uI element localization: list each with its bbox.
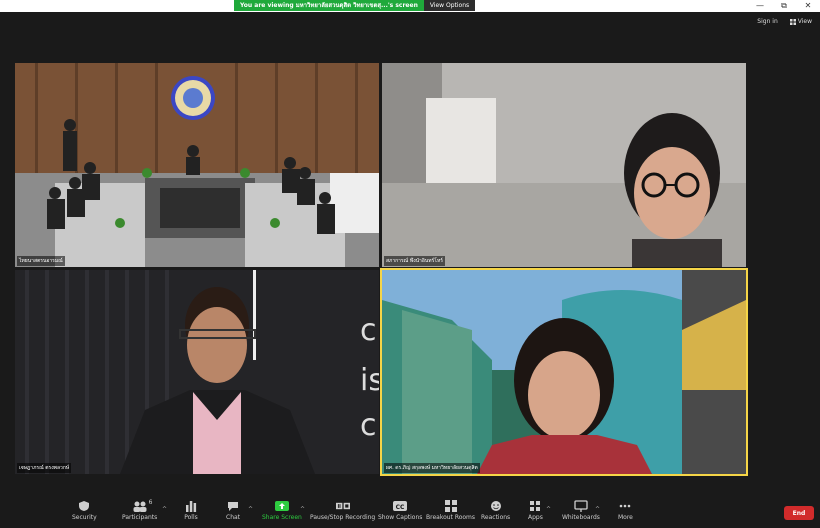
polls-icon [186,501,197,512]
window-title-bar: You are viewing มหาวิทยาลัยสวนดุสิต วิทย… [0,0,820,12]
shield-icon [79,501,90,511]
minimize-button[interactable]: — [748,0,772,12]
reactions-button[interactable]: Reactions [481,500,510,521]
chat-label: Chat [226,514,241,521]
chat-bubble-icon [228,502,239,511]
security-label: Security [72,514,97,521]
reactions-label: Reactions [481,514,511,521]
participant-name: ไทยนาสตรนอารมณ์ [17,256,65,266]
close-button[interactable]: ✕ [796,0,820,12]
participant-3-video: c is c [15,270,379,474]
chat-button[interactable]: Chat [226,500,240,521]
meeting-area: Sign in View ไทยนาสตรนอารมณ์ สภาการณ์ พึ… [0,12,820,498]
share-screen-label: Share Screen [262,514,302,521]
conference-room-video [15,63,379,267]
breakout-grid-icon [444,500,457,512]
whiteboards-label: Whiteboards [562,514,600,521]
breakout-rooms-label: Breakout Rooms [426,514,476,521]
svg-text:CC: CC [396,504,405,511]
share-banner-message: You are viewing มหาวิทยาลัยสวนดุสิต วิทย… [234,0,424,11]
participants-caret-icon[interactable]: ^ [162,506,167,513]
share-caret-icon[interactable]: ^ [300,506,305,513]
polls-button[interactable]: Polls [184,500,198,521]
participants-label: Participants [122,514,158,521]
video-tile-participant-3[interactable]: c is c เจษฎาภรณ์ ตรงพลวกษ์ [15,270,379,474]
participant-name: เจษฎาภรณ์ ตรงพลวกษ์ [17,463,72,473]
breakout-rooms-button[interactable]: Breakout Rooms [426,500,475,521]
chat-caret-icon[interactable]: ^ [248,506,253,513]
record-label: Pause/Stop Recording [310,514,376,521]
view-button[interactable]: View [789,18,812,25]
apps-caret-icon[interactable]: ^ [546,506,551,513]
people-icon [133,501,147,512]
polls-label: Polls [184,514,198,521]
meeting-toolbar: Security 6 Participants ^ Polls Chat ^ S… [0,498,820,528]
apps-button[interactable]: Apps [528,500,543,521]
captions-label: Show Captions [378,514,423,521]
captions-icon: CC [393,501,408,511]
view-options-button[interactable]: View Options [423,0,476,11]
grid-icon [789,18,796,25]
participants-count: 6 [148,499,153,506]
record-button[interactable]: Pause/Stop Recording [310,500,375,521]
active-speaker-video [382,270,746,474]
participant-2-video [382,63,746,267]
sign-in-label: Sign in [757,18,778,25]
sign-in-button[interactable]: Sign in [757,18,777,25]
share-banner: You are viewing มหาวิทยาลัยสวนดุสิต วิทย… [234,0,476,11]
maximize-button[interactable]: ⧉ [772,0,796,12]
smiley-icon [490,501,501,511]
participants-button[interactable]: 6 Participants [122,499,158,521]
more-button[interactable]: More [618,500,633,521]
view-label: View [797,18,812,25]
participant-name: สภาการณ์ พึงนำอินทร์โหร์ [384,256,445,266]
svg-text:c: c [360,313,377,348]
end-meeting-button[interactable]: End [784,506,814,520]
video-tile-participant-2[interactable]: สภาการณ์ พึงนำอินทร์โหร์ [382,63,746,267]
svg-text:c: c [360,408,377,443]
svg-text:is: is [360,363,379,398]
pause-stop-icon [335,502,350,510]
share-screen-icon [274,501,289,511]
whiteboards-caret-icon[interactable]: ^ [595,506,600,513]
video-tile-conference-room[interactable]: ไทยนาสตรนอารมณ์ [15,63,379,267]
more-label: More [618,514,633,521]
security-button[interactable]: Security [72,500,97,521]
apps-icon [530,501,541,511]
more-dots-icon [620,504,631,508]
whiteboard-icon [574,500,588,512]
participant-name: ผศ. ดร.ภิญ่ สกุลพงษ์ มหาวิทยาลัยสวนดุสิต [384,463,480,473]
video-tile-active-speaker[interactable]: ผศ. ดร.ภิญ่ สกุลพงษ์ มหาวิทยาลัยสวนดุสิต [380,268,748,476]
share-screen-button[interactable]: Share Screen [262,500,302,521]
captions-button[interactable]: CC Show Captions [378,500,422,521]
apps-label: Apps [528,514,543,521]
